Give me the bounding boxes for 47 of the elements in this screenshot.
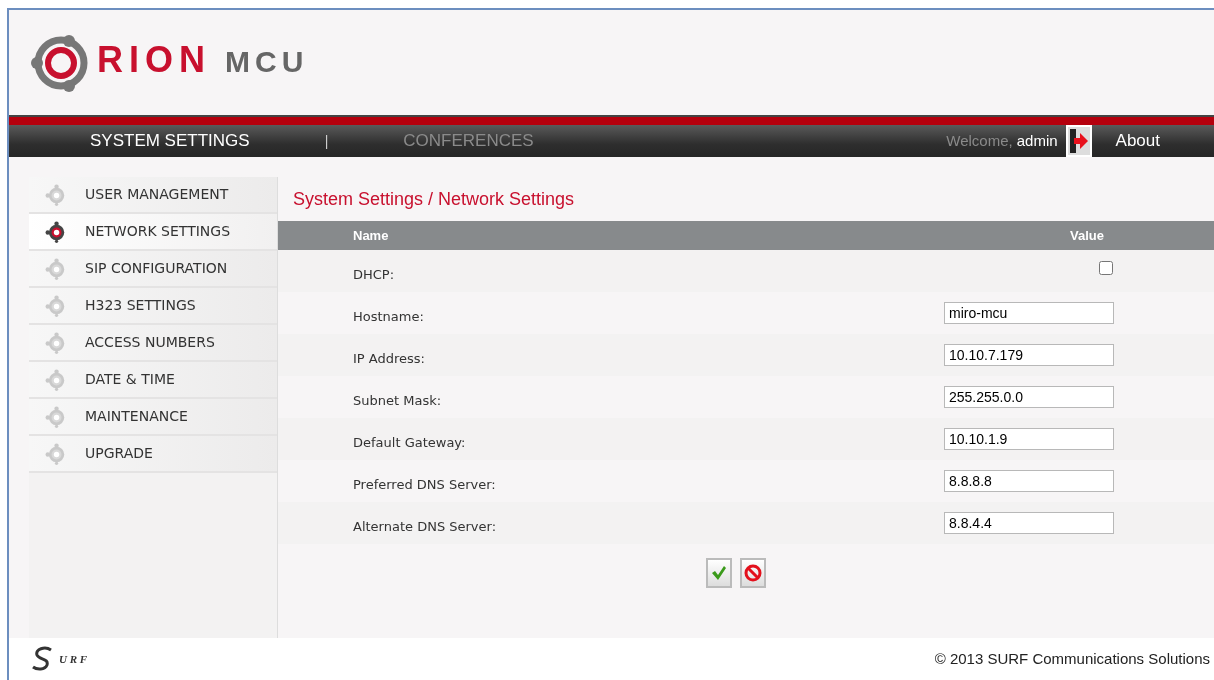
field-label: IP Address: xyxy=(353,350,426,369)
column-header: Name xyxy=(353,226,390,245)
ring-icon xyxy=(45,331,67,354)
field-label: Default Gateway: xyxy=(353,434,467,453)
sidebar-item[interactable]: SIP CONFIGURATION xyxy=(29,251,277,288)
input-field[interactable]: 8.8.8.8 xyxy=(944,470,1114,492)
input-field[interactable]: 255.255.0.0 xyxy=(944,386,1114,408)
field-label: Hostname: xyxy=(353,308,425,327)
save-button[interactable] xyxy=(706,558,732,588)
copyright-text: © 2013 SURF Communications Solutions xyxy=(934,648,1210,669)
about-link[interactable]: About xyxy=(1115,128,1160,154)
ring-icon xyxy=(45,183,67,206)
field-label: Alternate DNS Server: xyxy=(353,518,498,537)
sidebar-item[interactable]: ACCESS NUMBERS xyxy=(29,325,277,362)
logout-icon[interactable] xyxy=(1065,125,1092,157)
sidebar-item[interactable]: NETWORK SETTINGS xyxy=(29,214,277,251)
company-logo: U R F xyxy=(31,646,88,672)
logo-text: RION xyxy=(97,37,211,82)
input-field[interactable]: 10.10.1.9 xyxy=(944,428,1114,450)
input-field[interactable]: 10.10.7.179 xyxy=(944,344,1114,366)
field-label: DHCP: xyxy=(353,266,396,285)
breadcrumb-title: System Settings / Network Settings xyxy=(292,187,576,211)
sidebar-item[interactable]: H323 SETTINGS xyxy=(29,288,277,325)
checkmark-icon xyxy=(711,565,727,581)
cancel-button[interactable] xyxy=(740,558,766,588)
sidebar-item[interactable]: USER MANAGEMENT xyxy=(29,177,277,214)
ring-icon xyxy=(45,368,67,391)
active-ring-icon xyxy=(45,220,67,243)
username: admin xyxy=(1016,130,1058,151)
sidebar-item[interactable]: MAINTENANCE xyxy=(29,399,277,436)
checkbox[interactable] xyxy=(1099,261,1113,276)
nav-separator: | xyxy=(324,131,329,151)
sidebar-item[interactable]: DATE & TIME xyxy=(29,362,277,399)
ring-icon xyxy=(45,257,67,280)
input-field[interactable]: miro-mcu xyxy=(944,302,1114,324)
ring-icon xyxy=(45,294,67,317)
field-label: Subnet Mask: xyxy=(353,392,443,411)
welcome-text: Welcome, xyxy=(946,130,1013,151)
ring-icon xyxy=(45,405,67,428)
input-field[interactable]: 8.8.4.4 xyxy=(944,512,1114,534)
field-label: Preferred DNS Server: xyxy=(353,476,497,495)
sidebar-item[interactable]: UPGRADE xyxy=(29,436,277,473)
ring-icon xyxy=(45,442,67,465)
column-header: Value xyxy=(1070,226,1104,245)
nav-tab[interactable]: SYSTEM SETTINGS xyxy=(90,128,250,154)
prohibited-icon xyxy=(744,564,762,582)
logo-subtitle: MCU xyxy=(225,43,309,80)
